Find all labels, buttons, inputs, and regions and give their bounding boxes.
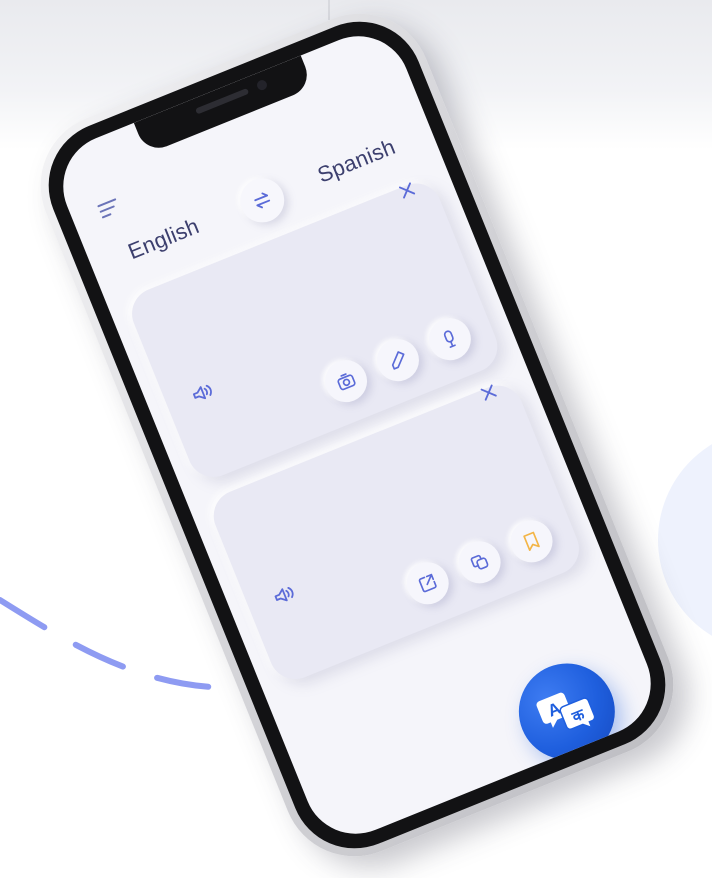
source-actions [318, 311, 478, 409]
microphone-icon [443, 330, 456, 348]
bookmark-icon [523, 531, 540, 552]
share-button[interactable] [400, 555, 456, 611]
speaker-icon [274, 586, 294, 602]
translation-actions [400, 514, 559, 611]
target-language[interactable]: Spanish [314, 134, 399, 189]
clear-source-button[interactable] [393, 176, 422, 205]
front-camera [255, 78, 269, 92]
translate-icon: A क [536, 692, 596, 730]
handwriting-button[interactable] [370, 332, 426, 388]
clear-translation-button[interactable] [474, 378, 503, 407]
copy-icon [470, 554, 489, 570]
close-icon [398, 182, 416, 199]
speaker-icon [192, 384, 212, 400]
bookmark-button[interactable] [504, 514, 559, 569]
swap-languages-button[interactable] [233, 171, 291, 230]
menu-icon[interactable] [93, 193, 124, 224]
translation-speak-button[interactable] [270, 581, 300, 609]
copy-button[interactable] [452, 534, 507, 590]
background-divider [328, 0, 330, 20]
camera-button[interactable] [318, 353, 374, 409]
close-icon [480, 384, 497, 401]
pencil-icon [391, 351, 405, 370]
swap-icon [254, 192, 271, 209]
share-icon [418, 573, 437, 593]
source-speak-button[interactable] [188, 379, 218, 407]
camera-icon [337, 373, 356, 391]
voice-input-button[interactable] [422, 311, 478, 367]
source-language[interactable]: English [124, 213, 203, 265]
decorative-circle [658, 444, 712, 636]
